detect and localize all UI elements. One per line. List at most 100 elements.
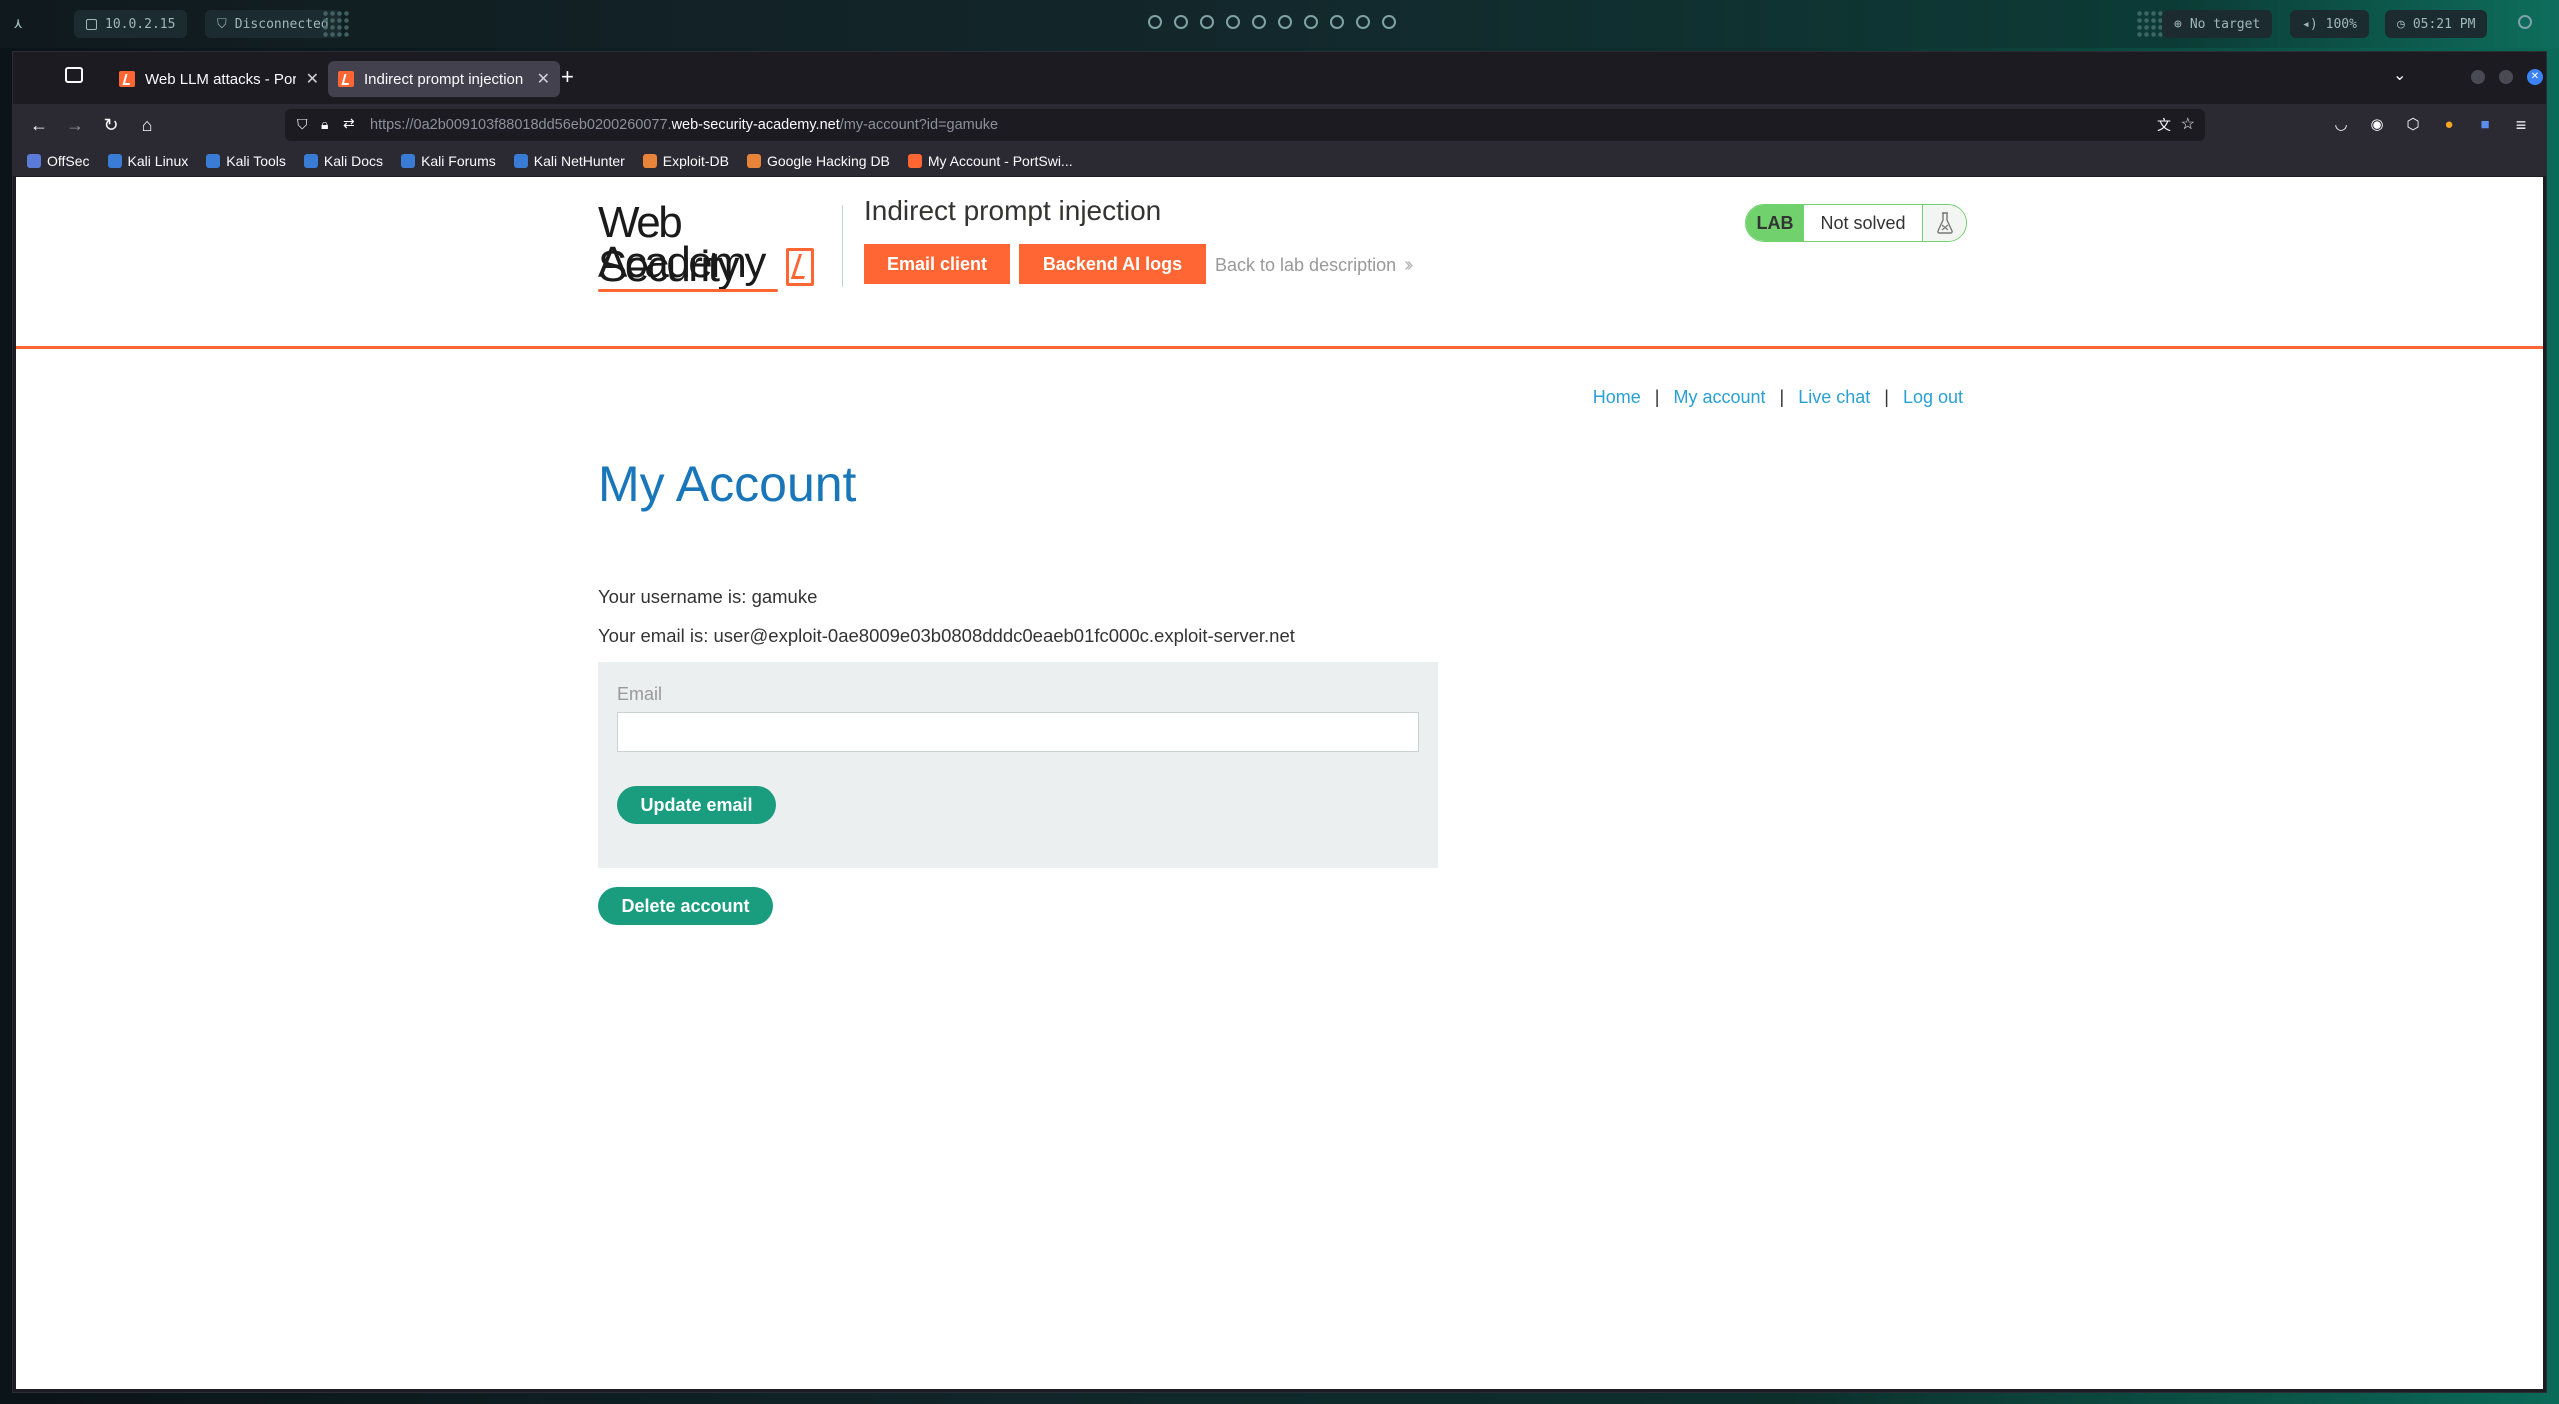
lab-title: Indirect prompt injection [864, 195, 1162, 226]
bookmark-kali-nethunter[interactable]: Kali NetHunter [513, 153, 625, 169]
clock: ◷ 05:21 PM [2385, 10, 2488, 38]
exploit-db-icon [642, 154, 657, 168]
academy-header: Web Security Academy Indirect prompt inj… [16, 177, 2543, 349]
bookmark-my-account[interactable]: My Account - PortSwi... [907, 153, 1073, 169]
workspace-6-icon[interactable] [1278, 15, 1292, 29]
clock-time: 05:21 PM [2412, 16, 2476, 32]
lightning-bolt-icon [786, 248, 814, 286]
web-page: Web Security Academy Indirect prompt inj… [16, 177, 2543, 1389]
bookmark-google-hacking-db[interactable]: Google Hacking DB [746, 153, 890, 169]
list-tabs-chevron-down-icon[interactable]: ⌄ [2393, 65, 2406, 85]
header-divider [842, 205, 843, 287]
account-icon[interactable]: ◉ [2365, 113, 2389, 137]
page-title: My Account [598, 456, 857, 512]
extension-translate-icon[interactable]: ■ [2473, 113, 2497, 137]
web-security-academy-logo[interactable]: Web Security Academy [598, 201, 814, 301]
nav-my-account-link[interactable]: My account [1673, 387, 1765, 408]
shield-icon: ⛉ [217, 16, 227, 32]
tab-title: Web LLM attacks - PortSwi [145, 70, 296, 88]
bookmark-exploit-db[interactable]: Exploit-DB [642, 153, 729, 169]
url-bar[interactable]: ⛉ 🔒︎ ⇄ https://0a2b009103f88018dd56eb020… [285, 109, 2205, 141]
vpn-status: Disconnected [234, 16, 329, 32]
navigation-toolbar: ← → ↻ ⌂ ⛉ 🔒︎ ⇄ https://0a2b009103f88018d… [13, 104, 2546, 146]
tab-overview-icon[interactable] [65, 67, 83, 83]
lock-icon[interactable]: 🔒︎ [321, 116, 328, 133]
update-email-form: Email Update email [598, 662, 1438, 868]
username-text: Your username is: gamuke [598, 586, 818, 607]
forward-arrow-icon[interactable]: → [63, 113, 87, 137]
email-input[interactable] [617, 712, 1419, 752]
email-client-button[interactable]: Email client [864, 244, 1010, 284]
nav-home-link[interactable]: Home [1593, 387, 1641, 408]
workspace-switcher[interactable] [1148, 15, 1396, 29]
bookmark-label: Exploit-DB [662, 153, 729, 169]
target-icon: ⊕ [2174, 16, 2182, 32]
permissions-icon[interactable]: ⇄ [343, 115, 355, 132]
maximize-button[interactable] [2499, 70, 2513, 84]
workspace-7-icon[interactable] [1304, 15, 1318, 29]
nav-log-out-link[interactable]: Log out [1903, 387, 1963, 408]
dot-pattern-right [2136, 10, 2164, 38]
url-text[interactable]: https://0a2b009103f88018dd56eb0200260077… [370, 117, 998, 133]
workspace-5-icon[interactable] [1252, 15, 1266, 29]
bookmark-label: My Account - PortSwi... [927, 153, 1073, 169]
close-icon[interactable]: ✕ [537, 69, 550, 89]
os-menu-icon[interactable]: ⋏ [14, 10, 22, 38]
bookmark-kali-docs[interactable]: Kali Docs [303, 153, 383, 169]
bookmark-kali-forums[interactable]: Kali Forums [401, 153, 496, 169]
power-icon[interactable] [2518, 15, 2532, 29]
nav-separator: | [1779, 387, 1785, 407]
close-window-button[interactable]: ✕ [2527, 69, 2543, 85]
workspace-4-icon[interactable] [1226, 15, 1240, 29]
tab-bar: Web LLM attacks - PortSwi ✕ Indirect pro… [13, 52, 2546, 104]
site-navigation: Home | My account | Live chat | Log out [1593, 387, 1963, 408]
close-icon[interactable]: ✕ [306, 69, 319, 89]
tab-indirect-prompt-injection[interactable]: Indirect prompt injection ✕ [328, 61, 560, 97]
ip-address: 10.0.2.15 [105, 16, 176, 32]
menu-hamburger-icon[interactable]: ≡ [2509, 113, 2533, 137]
workspace-9-icon[interactable] [1356, 15, 1370, 29]
bookmark-kali-tools[interactable]: Kali Tools [206, 153, 286, 169]
kali-tools-icon [206, 154, 221, 168]
tracking-shield-icon[interactable]: ⛉ [297, 116, 308, 133]
volume-indicator[interactable]: ◂) 100% [2290, 10, 2369, 38]
bookmark-kali-linux[interactable]: Kali Linux [107, 153, 188, 169]
url-host: web-security-academy.net [671, 117, 840, 133]
tab-web-llm-attacks[interactable]: Web LLM attacks - PortSwi ✕ [109, 61, 329, 97]
kali-dragon-icon [303, 154, 318, 168]
bookmark-label: Kali Tools [226, 153, 286, 169]
workspace-1-icon[interactable] [1148, 15, 1162, 29]
translate-icon[interactable]: 文 [2157, 115, 2171, 135]
bookmark-offsec[interactable]: OffSec [27, 153, 90, 169]
workspace-3-icon[interactable] [1200, 15, 1214, 29]
reload-icon[interactable]: ↻ [99, 113, 123, 137]
extensions-icon[interactable]: ⬡ [2401, 113, 2425, 137]
nav-separator: | [1654, 387, 1660, 407]
delete-account-button[interactable]: Delete account [598, 887, 773, 925]
nav-live-chat-link[interactable]: Live chat [1798, 387, 1870, 408]
workspace-2-icon[interactable] [1174, 15, 1188, 29]
monitor-icon [86, 18, 97, 30]
home-icon[interactable]: ⌂ [135, 113, 159, 137]
pocket-icon[interactable]: ◡ [2329, 113, 2353, 137]
logo-line-2: Academy [598, 238, 766, 287]
back-to-lab-description-link[interactable]: Back to lab description ›› [1215, 254, 1414, 277]
bookmark-label: Kali NetHunter [533, 153, 625, 169]
workspace-8-icon[interactable] [1330, 15, 1344, 29]
minimize-button[interactable] [2471, 70, 2485, 84]
update-email-button[interactable]: Update email [617, 786, 776, 824]
new-tab-button[interactable]: + [561, 64, 574, 90]
nav-separator: | [1884, 387, 1889, 407]
back-link-text: Back to lab description [1215, 255, 1397, 275]
workspace-10-icon[interactable] [1382, 15, 1396, 29]
logo-underline [598, 289, 778, 292]
back-arrow-icon[interactable]: ← [27, 113, 51, 137]
offsec-icon [27, 154, 41, 168]
url-prefix: https://0a2b009103f88018dd56eb0200260077… [370, 117, 672, 133]
bookmark-star-icon[interactable]: ☆ [2181, 114, 2195, 134]
backend-ai-logs-button[interactable]: Backend AI logs [1019, 244, 1206, 284]
portswigger-favicon-icon [907, 154, 922, 168]
clock-icon: ◷ [2397, 16, 2405, 32]
extension-cookie-icon[interactable]: ● [2437, 113, 2461, 137]
target-text: No target [2189, 16, 2261, 32]
